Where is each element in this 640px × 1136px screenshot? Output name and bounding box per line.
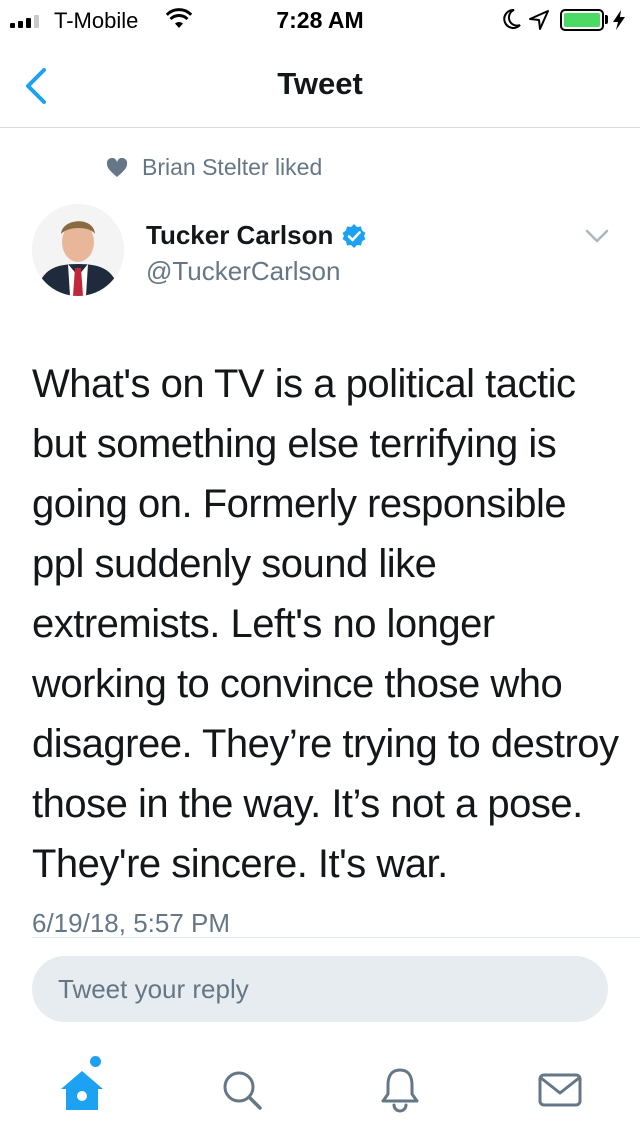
liked-by-text[interactable]: Brian Stelter liked — [142, 154, 322, 181]
envelope-icon — [538, 1073, 582, 1107]
home-icon — [61, 1071, 103, 1110]
notification-dot — [90, 1056, 101, 1067]
tweet-text: What's on TV is a political tactic but s… — [32, 362, 619, 886]
bell-icon — [381, 1068, 419, 1113]
social-context: Brian Stelter liked — [106, 154, 322, 181]
navigation-bar: Tweet — [0, 40, 640, 128]
location-arrow-icon — [529, 10, 549, 30]
verified-badge-icon — [342, 223, 366, 248]
status-bar: T-Mobile 7:28 AM — [0, 0, 640, 40]
page-title: Tweet — [277, 66, 363, 101]
search-icon — [223, 1071, 262, 1110]
tweet-timestamp: 6/19/18, 5:57 PM — [32, 908, 231, 938]
reply-input[interactable] — [32, 956, 608, 1022]
charging-bolt-icon — [613, 10, 625, 30]
tab-home[interactable] — [52, 1060, 112, 1120]
divider — [32, 937, 640, 938]
avatar[interactable] — [32, 204, 124, 296]
battery-icon — [560, 9, 604, 31]
tab-notifications[interactable] — [370, 1060, 430, 1120]
moon-icon — [503, 8, 521, 29]
author-handle[interactable]: @TuckerCarlson — [146, 256, 340, 287]
heart-icon — [106, 157, 128, 177]
tab-bar — [0, 1040, 640, 1136]
author-name-row: Tucker Carlson — [146, 220, 367, 251]
tab-search[interactable] — [212, 1060, 272, 1120]
chevron-down-icon[interactable] — [584, 228, 610, 244]
tab-messages[interactable] — [530, 1060, 590, 1120]
author-name[interactable]: Tucker Carlson — [146, 220, 333, 251]
